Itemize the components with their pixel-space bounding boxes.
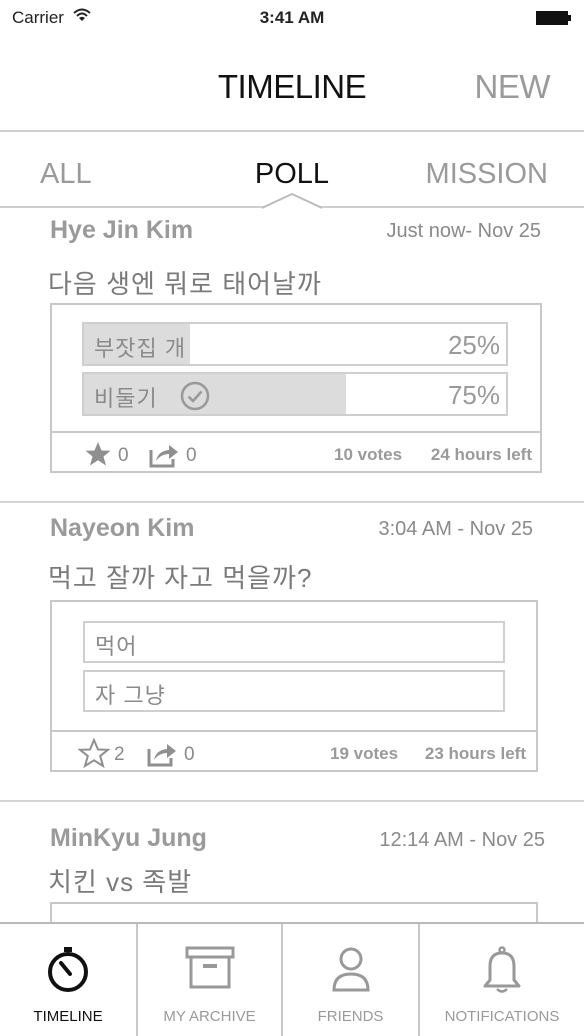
- vote-count: 19 votes: [330, 744, 399, 763]
- poll-option[interactable]: 부잣집 개 25%: [82, 322, 508, 366]
- time-left: 24 hours left: [430, 445, 532, 464]
- poll-footer: 2 0 19 votes 23 hours left: [52, 730, 536, 772]
- poll-option[interactable]: 자 그냥: [83, 670, 505, 712]
- tab-label: FRIENDS: [317, 1008, 384, 1025]
- time-left: 23 hours left: [424, 744, 526, 763]
- status-time: 3:41 AM: [259, 8, 325, 27]
- post-divider: [0, 501, 584, 503]
- post-question: 먹고 잘까 자고 먹을까?: [48, 563, 313, 593]
- tab-timeline[interactable]: TIMELINE: [0, 924, 138, 1036]
- option-label: 자 그냥: [95, 683, 166, 708]
- poll-option[interactable]: 먹어: [83, 621, 505, 663]
- tab-icon-wrapper: [0, 946, 136, 999]
- new-post-button[interactable]: NEW: [475, 68, 551, 106]
- vote-count: 10 votes: [334, 445, 403, 464]
- post-author[interactable]: Nayeon Kim: [50, 514, 194, 543]
- post-timestamp: 12:14 AM - Nov 25: [379, 829, 545, 851]
- post-question: 다음 생엔 뭐로 태어날까: [48, 269, 322, 299]
- tab-friends[interactable]: FRIENDS: [283, 924, 420, 1036]
- poll-post: MinKyu Jung 12:14 AM - Nov 25 치킨 vs 족발: [0, 804, 584, 922]
- timer-icon: [48, 947, 88, 992]
- voted-check-icon: [180, 381, 210, 411]
- bottom-tab-bar: TIMELINE MY ARCHIVE FRIENDS NOTIFICATION…: [0, 922, 584, 1036]
- option-percentage: 25%: [447, 330, 500, 360]
- post-question: 치킨 vs 족발: [48, 867, 193, 897]
- post-divider: [0, 800, 584, 802]
- share-count: 0: [184, 744, 195, 765]
- tab-label: MY ARCHIVE: [163, 1008, 256, 1025]
- tab-notifications[interactable]: NOTIFICATIONS: [420, 924, 584, 1036]
- battery-icon: [536, 11, 571, 25]
- person-icon: [331, 947, 370, 992]
- share-count: 0: [186, 445, 197, 466]
- timeline-feed[interactable]: Hye Jin Kim Just now- Nov 25 다음 생엔 뭐로 태어…: [0, 208, 584, 922]
- option-percentage: 75%: [447, 380, 500, 410]
- bell-icon: [483, 946, 521, 993]
- share-icon[interactable]: [146, 740, 178, 768]
- share-icon[interactable]: [148, 441, 180, 469]
- tab-label: NOTIFICATIONS: [444, 1008, 560, 1025]
- status-bar: Carrier 3:41 AM: [0, 0, 584, 34]
- tab-icon-wrapper: [283, 946, 418, 997]
- star-count: 2: [114, 744, 125, 765]
- star-count: 0: [118, 445, 129, 466]
- tab-label: TIMELINE: [33, 1008, 103, 1025]
- star-filled-icon[interactable]: [84, 441, 112, 467]
- segment-all[interactable]: ALL: [40, 158, 92, 191]
- poll-footer: 0 0 10 votes 24 hours left: [52, 431, 540, 473]
- poll-post: Hye Jin Kim Just now- Nov 25 다음 생엔 뭐로 태어…: [0, 208, 584, 504]
- segment-mission[interactable]: MISSION: [426, 158, 548, 191]
- archive-box-icon: [185, 946, 234, 989]
- option-label: 부잣집 개: [94, 336, 187, 361]
- post-author[interactable]: MinKyu Jung: [50, 824, 207, 853]
- poll-card: 먹어 자 그냥 2 0 19 votes 23 hours left: [50, 600, 538, 772]
- poll-post: Nayeon Kim 3:04 AM - Nov 25 먹고 잘까 자고 먹을까…: [0, 504, 584, 800]
- tab-icon-wrapper: [138, 946, 281, 995]
- poll-card: 부잣집 개 25% 비둘기 75% 0 0 10 votes 24 hours …: [50, 303, 542, 473]
- star-outline-icon[interactable]: [78, 738, 110, 768]
- post-timestamp: 3:04 AM - Nov 25: [378, 518, 533, 540]
- tab-my-archive[interactable]: MY ARCHIVE: [138, 924, 283, 1036]
- option-label: 먹어: [95, 634, 138, 659]
- poll-option[interactable]: 비둘기 75%: [82, 372, 508, 416]
- post-timestamp: Just now- Nov 25: [386, 220, 541, 242]
- option-label: 비둘기: [94, 386, 158, 411]
- navigation-bar: TIMELINE NEW: [0, 34, 584, 132]
- tab-icon-wrapper: [420, 946, 584, 999]
- filter-segment-bar: ALL POLL MISSION: [0, 132, 584, 209]
- poll-card: [50, 902, 538, 922]
- post-author[interactable]: Hye Jin Kim: [50, 216, 193, 245]
- segment-poll[interactable]: POLL: [255, 158, 329, 190]
